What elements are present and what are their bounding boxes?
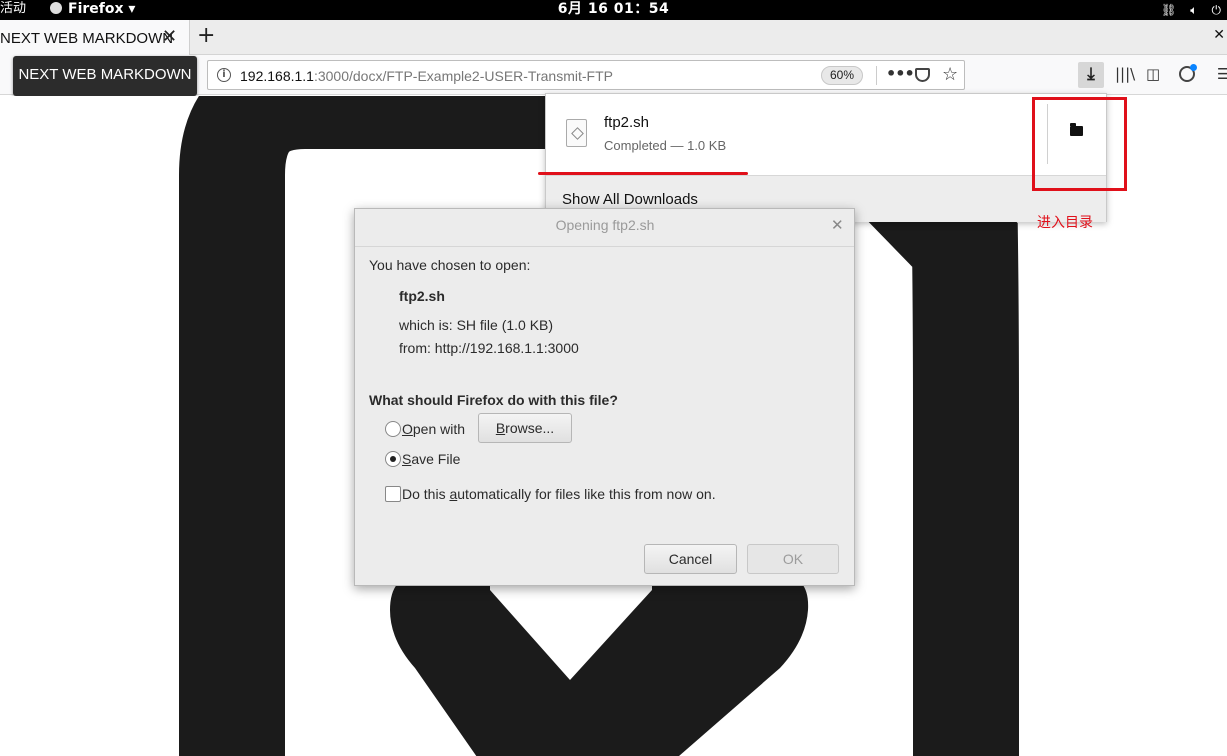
browse-mnemonic: B — [495, 420, 506, 436]
open-file-dialog: Opening ftp2.sh ✕ You have chosen to ope… — [354, 208, 855, 586]
close-window-icon[interactable]: ✕ — [1213, 27, 1225, 43]
save-file-mnemonic: S — [402, 451, 412, 467]
close-tab-icon[interactable]: ✕ — [162, 26, 177, 47]
tab-title: NEXT WEB MARKDOWN — [0, 30, 174, 47]
tab-strip: NEXT WEB MARKDOWN ✕ + ✕ — [0, 20, 1227, 55]
auto-action-label[interactable]: Do this automatically for files like thi… — [402, 486, 716, 502]
download-status: Completed — 1.0 KB — [604, 138, 727, 153]
download-item[interactable]: ftp2.sh Completed — 1.0 KB — [546, 94, 1106, 175]
power-icon: ⏻ — [1211, 2, 1222, 17]
dialog-file-name: ftp2.sh — [399, 288, 445, 304]
tab-next-web-markdown[interactable]: NEXT WEB MARKDOWN ✕ — [0, 20, 190, 55]
new-tab-button[interactable]: + — [197, 23, 215, 48]
file-source-label: from: http://192.168.1.1:3000 — [399, 340, 579, 356]
browse-button[interactable]: Browse... — [478, 413, 572, 443]
library-icon[interactable]: |||\ — [1115, 65, 1135, 83]
url-host: 192.168.1.1 — [240, 68, 314, 84]
downloads-icon[interactable]: ⤓ — [1078, 62, 1104, 88]
save-file-text: ave File — [411, 451, 461, 467]
url-separator — [876, 66, 877, 85]
open-with-radio[interactable] — [385, 421, 401, 437]
dialog-title-separator — [355, 246, 854, 247]
open-with-mnemonic: O — [402, 421, 413, 437]
system-top-bar: 活动 Firefox ▾ 6月 16 01：54 ⛓ 🔈︎ ⏻ — [0, 0, 1227, 20]
auto-action-text-start: Do this — [402, 486, 450, 502]
page-actions-icon[interactable]: ••• — [886, 64, 915, 83]
file-icon — [566, 119, 587, 147]
tab-tooltip: NEXT WEB MARKDOWN — [13, 56, 197, 96]
menu-icon[interactable]: ☰ — [1217, 65, 1227, 83]
auto-action-checkbox[interactable] — [385, 486, 401, 502]
notification-dot — [1190, 64, 1197, 71]
volume-icon: 🔈︎ — [1190, 2, 1198, 17]
pocket-icon[interactable] — [915, 68, 930, 82]
ok-button[interactable]: OK — [747, 544, 839, 574]
downloads-panel: ftp2.sh Completed — 1.0 KB Show All Down… — [545, 93, 1107, 222]
url-bar[interactable]: i 192.168.1.1:3000/docx/FTP-Example2-USE… — [207, 60, 965, 90]
url-text[interactable]: 192.168.1.1:3000/docx/FTP-Example2-USER-… — [240, 68, 613, 84]
auto-action-text-end: utomatically for files like this from no… — [457, 486, 716, 502]
annotation-underline — [538, 172, 748, 175]
cancel-button[interactable]: Cancel — [644, 544, 737, 574]
action-question: What should Firefox do with this file? — [369, 392, 618, 408]
download-file-name: ftp2.sh — [604, 114, 650, 131]
network-icon: ⛓ — [1161, 3, 1177, 17]
site-info-icon[interactable]: i — [217, 68, 231, 82]
system-tray[interactable]: ⛓ 🔈︎ ⏻ — [1161, 0, 1221, 20]
annotation-note: 进入目录 — [1037, 215, 1093, 231]
clock[interactable]: 6月 16 01：54 — [0, 0, 1227, 19]
account-icon[interactable] — [1179, 64, 1197, 82]
open-with-label[interactable]: Open with — [402, 421, 465, 437]
sidebar-icon[interactable]: ◫ — [1146, 65, 1160, 83]
down-arrow-head — [390, 575, 809, 756]
annotation-highlight-box — [1032, 97, 1127, 191]
open-with-text: pen with — [412, 421, 466, 437]
file-type-label: which is: SH file (1.0 KB) — [399, 317, 554, 333]
save-file-radio[interactable] — [385, 451, 401, 467]
dialog-title: Opening ftp2.sh — [555, 217, 655, 233]
dialog-close-icon[interactable]: ✕ — [831, 216, 844, 234]
browse-label: rowse... — [505, 420, 555, 436]
url-path: :3000/docx/FTP-Example2-USER-Transmit-FT… — [313, 68, 613, 84]
zoom-level-badge[interactable]: 60% — [821, 66, 863, 85]
chosen-to-open-label: You have chosen to open: — [369, 257, 531, 273]
show-all-downloads-label: Show All Downloads — [562, 191, 698, 208]
save-file-label[interactable]: Save File — [402, 451, 460, 467]
bookmark-star-icon[interactable]: ☆ — [942, 64, 958, 85]
